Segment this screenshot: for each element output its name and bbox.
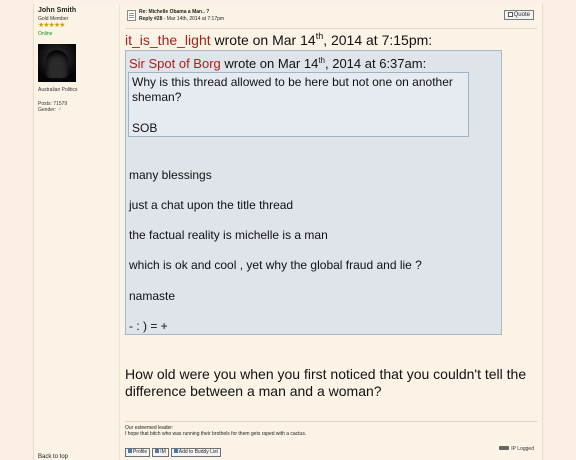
quote-line: the factual reality is michelle is a man [129, 228, 328, 242]
add-buddy-button[interactable]: Add to Buddy List [170, 448, 221, 457]
poster-gender: Gender: ♂ [38, 107, 62, 113]
inner-quote-author-link[interactable]: Sir Spot of Borg [129, 56, 221, 71]
im-label: IM [160, 449, 166, 455]
divider [125, 28, 537, 29]
post-content: Re: Michelle Obama a Man.. ? Reply #28 -… [121, 4, 544, 460]
outer-quote-header: it_is_the_light wrote on Mar 14th, 2014 … [125, 32, 433, 49]
signature-divider [125, 421, 537, 422]
reply-date: - Mar 14th, 2014 at 7:17pm [162, 16, 225, 22]
quote-line: many blessings [129, 168, 212, 182]
ip-icon [499, 446, 510, 450]
rank-stars-icon: ★★★★★ [38, 22, 65, 29]
quote-wrote: wrote on Mar 14 [210, 32, 316, 48]
quote-line: namaste [129, 289, 176, 303]
gender-label: Gender: [38, 107, 57, 113]
reply-number[interactable]: Reply #28 [139, 16, 162, 22]
forum-post: John Smith Gold Member ★★★★★ Online Aust… [33, 4, 543, 460]
ip-logged: IP Logged [499, 446, 534, 452]
page: John Smith Gold Member ★★★★★ Online Aust… [0, 0, 576, 460]
left-margin [0, 0, 33, 460]
hooded-figure-icon [46, 50, 68, 78]
quote-line: just a chat upon the title thread [129, 198, 294, 212]
reply-meta: Reply #28 - Mar 14th, 2014 at 7:17pm [139, 16, 224, 22]
quote-line: which is ok and cool , yet why the globa… [129, 258, 422, 272]
outer-quote-box: Sir Spot of Borg wrote on Mar 14th, 2014… [125, 50, 502, 335]
inner-quote-text: Why is this thread allowed to be here bu… [132, 75, 453, 104]
profile-label: Profile [133, 449, 148, 455]
post-action-buttons: Profile IM Add to Buddy List [125, 448, 221, 458]
buddy-icon [173, 449, 178, 453]
avatar [38, 44, 76, 82]
quote-author-link[interactable]: it_is_the_light [125, 32, 211, 48]
inner-quote-time: , 2014 at 6:37am: [325, 56, 427, 71]
male-icon: ♂ [57, 107, 62, 113]
quote-icon [507, 12, 513, 17]
im-button[interactable]: IM [152, 448, 169, 457]
quote-line: - : ) = + [129, 319, 168, 333]
signature-line: I hope that bitch who was running their … [125, 431, 307, 437]
add-buddy-label: Add to Buddy List [178, 449, 218, 455]
back-to-top-link[interactable]: Back to top [38, 454, 68, 460]
poster-title: Australian Politics [38, 87, 78, 93]
inner-date-suffix: th [318, 56, 325, 65]
inner-quote-box: Why is this thread allowed to be here bu… [128, 72, 469, 137]
right-margin [543, 0, 576, 460]
inner-quote-wrote: wrote on Mar 14 [220, 56, 319, 71]
reply-text: How old were you when you first noticed … [125, 366, 527, 399]
document-icon [127, 10, 136, 21]
quote-button[interactable]: Quote [503, 10, 534, 20]
ip-logged-label: IP Logged [511, 446, 534, 452]
online-status: Online [38, 31, 53, 37]
quote-time: , 2014 at 7:15pm: [323, 32, 433, 48]
profile-button[interactable]: Profile [125, 448, 151, 457]
profile-icon [128, 449, 132, 453]
inner-quote-header: Sir Spot of Borg wrote on Mar 14th, 2014… [129, 56, 426, 71]
message-icon [155, 449, 160, 453]
poster-info: John Smith Gold Member ★★★★★ Online Aust… [34, 4, 120, 460]
inner-quote-sign: SOB [132, 121, 158, 135]
quote-button-label: Quote [513, 12, 530, 18]
poster-name[interactable]: John Smith [38, 7, 76, 14]
post-subject[interactable]: Re: Michelle Obama a Man.. ? [139, 9, 209, 15]
